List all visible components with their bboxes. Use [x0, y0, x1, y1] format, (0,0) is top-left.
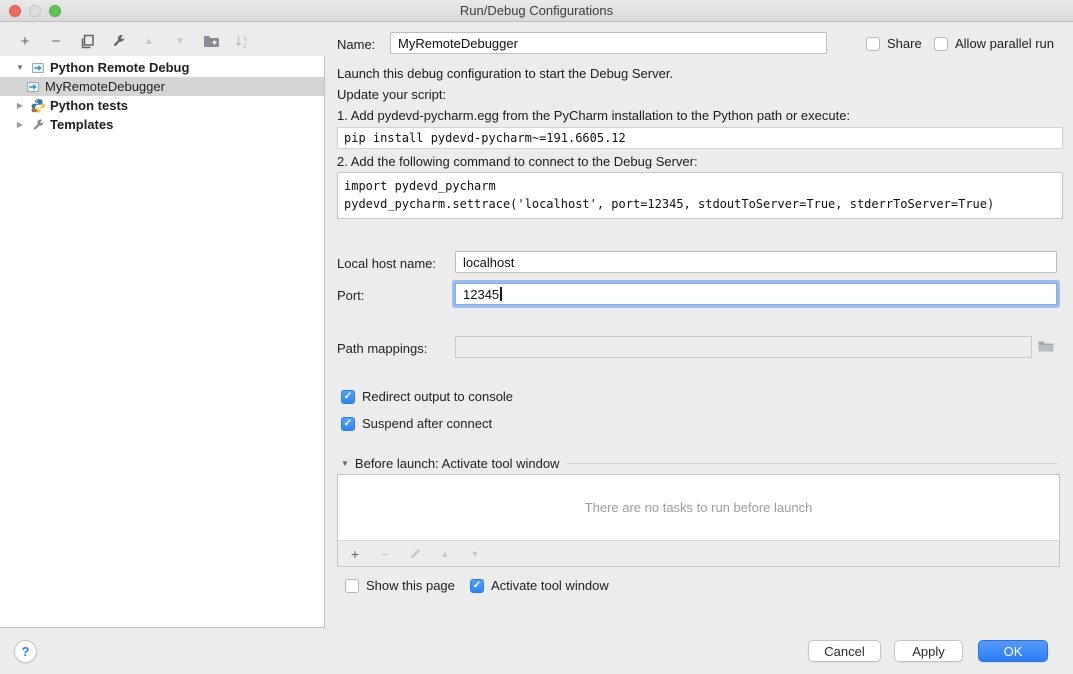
tree-item-python-remote-debug[interactable]: ▼ Python Remote Debug [0, 58, 324, 77]
edit-defaults-icon[interactable] [109, 32, 127, 50]
copy-icon[interactable] [78, 32, 96, 50]
checkbox-icon [934, 37, 948, 51]
before-launch-title: Before launch: Activate tool window [355, 456, 560, 471]
window-title: Run/Debug Configurations [0, 3, 1073, 18]
instruction-line-1: Launch this debug configuration to start… [337, 66, 673, 81]
port-input[interactable] [455, 283, 1057, 305]
show-this-page-label: Show this page [366, 578, 455, 593]
tasks-empty-message: There are no tasks to run before launch [338, 475, 1059, 541]
path-mappings-label: Path mappings: [337, 341, 427, 356]
new-folder-icon[interactable] [202, 32, 220, 50]
run-debug-configurations-dialog: Run/Debug Configurations + − ▲ ▼ az ▼ Py… [0, 0, 1073, 674]
edit-task-icon[interactable] [406, 545, 424, 563]
redirect-output-checkbox[interactable]: ✓ Redirect output to console [341, 389, 513, 404]
before-launch-tasks-panel: There are no tasks to run before launch … [337, 474, 1060, 567]
redirect-output-label: Redirect output to console [362, 389, 513, 404]
folder-plus-glyph [203, 34, 220, 48]
tree-item-templates[interactable]: ▶ Templates [0, 115, 324, 134]
svg-text:a: a [243, 35, 247, 42]
wrench-glyph [111, 34, 126, 49]
section-divider [567, 463, 1057, 464]
checkmark-icon: ✓ [470, 579, 484, 593]
remote-debug-icon [25, 79, 41, 95]
chevron-right-icon[interactable]: ▶ [14, 120, 26, 129]
instruction-line-2: Update your script: [337, 87, 446, 102]
settrace-code-block[interactable]: import pydevd_pycharm pydevd_pycharm.sett… [337, 172, 1063, 219]
checkmark-icon: ✓ [341, 390, 355, 404]
add-icon[interactable]: + [16, 32, 34, 50]
show-this-page-checkbox[interactable]: Show this page [345, 578, 455, 593]
remote-debug-icon [30, 60, 46, 76]
ok-button[interactable]: OK [978, 640, 1048, 662]
activate-tool-window-label: Activate tool window [491, 578, 609, 593]
share-checkbox[interactable]: Share [866, 36, 922, 51]
browse-folder-icon[interactable] [1037, 339, 1055, 354]
activate-tool-window-checkbox[interactable]: ✓ Activate tool window [470, 578, 609, 593]
allow-parallel-run-checkbox[interactable]: Allow parallel run [934, 36, 1054, 51]
chevron-right-icon[interactable]: ▶ [14, 101, 26, 110]
allow-parallel-run-label: Allow parallel run [955, 36, 1054, 51]
share-label: Share [887, 36, 922, 51]
move-up-icon[interactable]: ▲ [140, 32, 158, 50]
help-button[interactable]: ? [14, 640, 37, 663]
name-input[interactable] [390, 32, 827, 54]
code-line-2: pydevd_pycharm.settrace('localhost', por… [344, 197, 994, 211]
tasks-toolbar: + − ▲ ▼ [338, 541, 1059, 566]
path-mappings-input[interactable] [455, 336, 1032, 358]
pencil-glyph [409, 547, 422, 560]
text-caret [500, 287, 502, 301]
suspend-after-connect-label: Suspend after connect [362, 416, 492, 431]
sort-alphabetically-icon[interactable]: az [233, 32, 251, 50]
port-label: Port: [337, 288, 364, 303]
suspend-after-connect-checkbox[interactable]: ✓ Suspend after connect [341, 416, 492, 431]
tree-item-label: Templates [50, 117, 113, 132]
move-down-icon[interactable]: ▼ [171, 32, 189, 50]
question-mark-icon: ? [22, 644, 30, 659]
tree-item-label: MyRemoteDebugger [45, 79, 165, 94]
name-label: Name: [337, 37, 375, 52]
chevron-down-icon: ▼ [341, 459, 349, 468]
templates-wrench-icon [30, 117, 46, 133]
move-task-up-icon[interactable]: ▲ [436, 545, 454, 563]
chevron-down-icon[interactable]: ▼ [14, 63, 26, 72]
remove-task-icon[interactable]: − [376, 545, 394, 563]
apply-button[interactable]: Apply [894, 640, 963, 662]
tree-item-myremotedebugger[interactable]: MyRemoteDebugger [0, 77, 324, 96]
configurations-tree: ▼ Python Remote Debug MyRemoteDebugger ▶ [0, 56, 325, 628]
local-host-name-label: Local host name: [337, 256, 436, 271]
configurations-toolbar: + − ▲ ▼ az [0, 28, 325, 54]
remove-icon[interactable]: − [47, 32, 65, 50]
tree-item-label: Python tests [50, 98, 128, 113]
sort-az-glyph: az [234, 34, 250, 49]
instruction-step-2: 2. Add the following command to connect … [337, 154, 698, 169]
checkbox-icon [345, 579, 359, 593]
title-bar: Run/Debug Configurations [0, 0, 1073, 22]
pip-install-command[interactable]: pip install pydevd-pycharm~=191.6605.12 [337, 127, 1063, 149]
svg-text:z: z [243, 43, 247, 49]
before-launch-section-header[interactable]: ▼ Before launch: Activate tool window [341, 456, 1057, 471]
instruction-step-1: 1. Add pydevd-pycharm.egg from the PyCha… [337, 108, 850, 123]
tree-item-label: Python Remote Debug [50, 60, 189, 75]
cancel-button[interactable]: Cancel [808, 640, 881, 662]
copy-glyph [80, 34, 95, 49]
checkmark-icon: ✓ [341, 417, 355, 431]
checkbox-icon [866, 37, 880, 51]
tree-item-python-tests[interactable]: ▶ Python tests [0, 96, 324, 115]
add-task-icon[interactable]: + [346, 545, 364, 563]
python-tests-icon [30, 98, 46, 114]
move-task-down-icon[interactable]: ▼ [466, 545, 484, 563]
local-host-name-input[interactable] [455, 251, 1057, 273]
code-line-1: import pydevd_pycharm [344, 179, 496, 193]
